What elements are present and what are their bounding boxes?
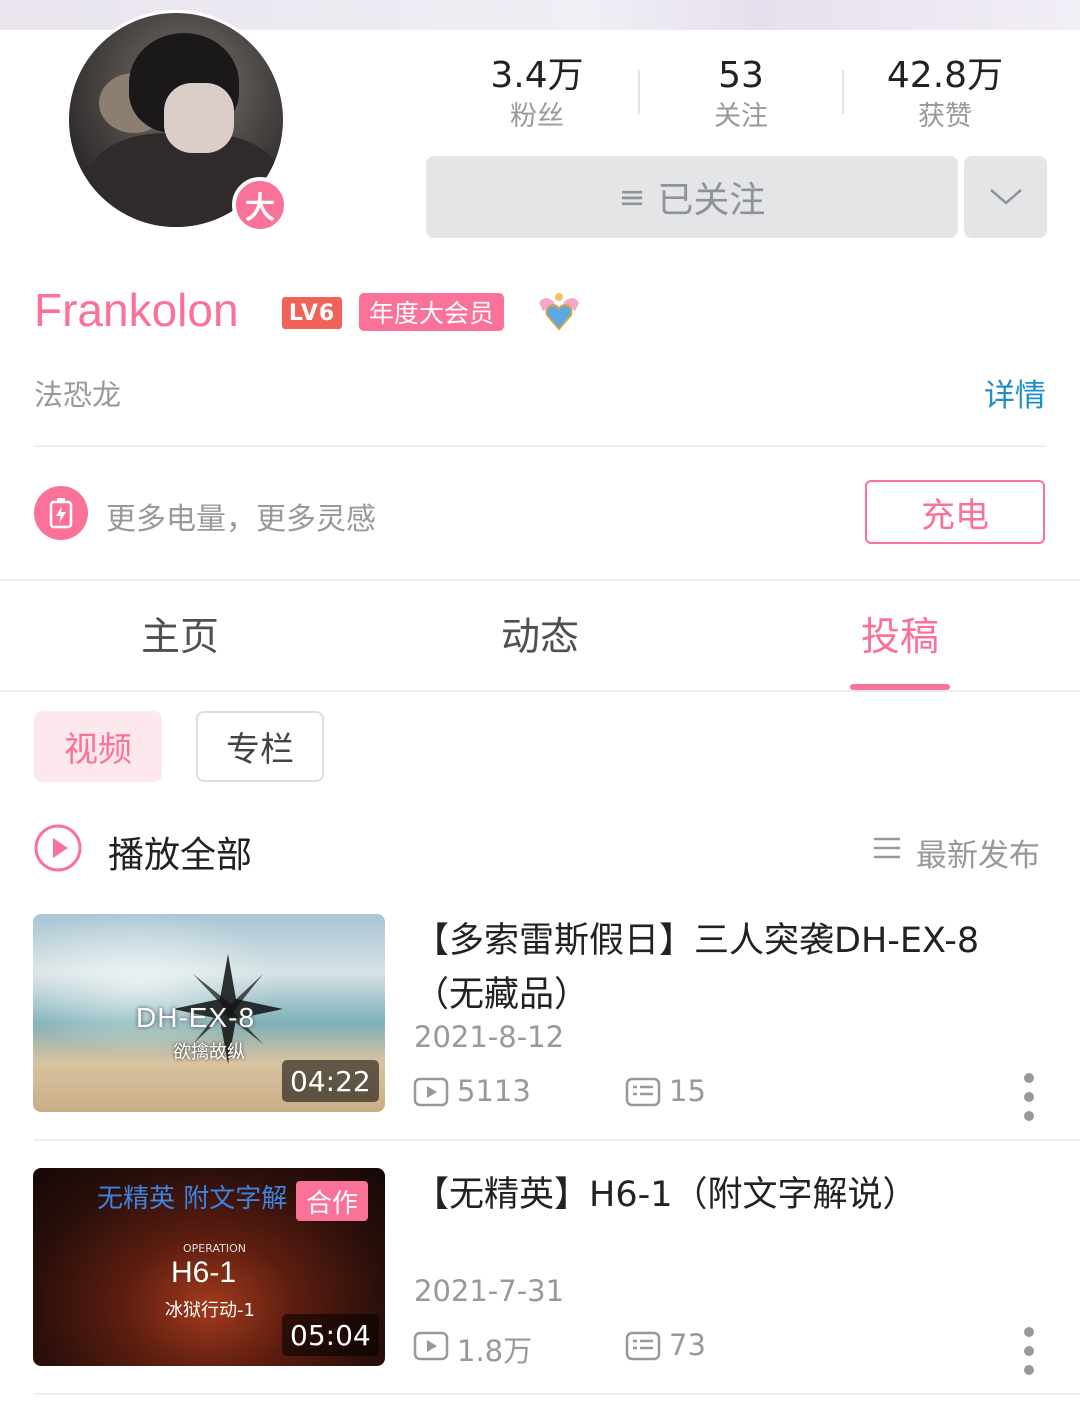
play-circle-icon[interactable] [33, 823, 83, 873]
stat-following[interactable]: 53 关注 [641, 52, 841, 134]
tab-home[interactable]: 主页 [0, 610, 360, 666]
stat-fans-value: 3.4万 [490, 55, 584, 96]
stat-divider [638, 70, 640, 114]
play-count-icon [413, 1077, 449, 1107]
signature: 法恐龙 [34, 378, 122, 412]
collab-badge: 合作 [296, 1181, 369, 1221]
play-count: 1.8万 [457, 1334, 533, 1368]
play-count-icon [413, 1331, 449, 1361]
play-count: 5113 [457, 1074, 531, 1108]
charge-prompt: 更多电量，更多灵感 [106, 502, 376, 537]
vip-badge: 大 [232, 177, 288, 233]
thumbnail-title: 无精英 附文字解 [97, 1184, 288, 1214]
details-link[interactable]: 详情 [984, 370, 1046, 415]
stat-following-value: 53 [718, 55, 764, 96]
more-options-icon[interactable] [1023, 1073, 1035, 1121]
hamburger-icon: ≡ [618, 178, 646, 216]
video-duration: 05:04 [282, 1314, 379, 1356]
level-badge[interactable]: LV6 [282, 297, 342, 329]
divider [34, 1139, 1080, 1141]
subtab-column[interactable]: 专栏 [196, 711, 324, 782]
video-title[interactable]: 【无精英】H6-1（附文字解说） [414, 1168, 1034, 1222]
thumbnail-code: DH-EX-8 [136, 1002, 256, 1033]
thumbnail-operation: OPERATION [183, 1242, 246, 1255]
stat-likes[interactable]: 42.8万 获赞 [845, 52, 1045, 134]
video-duration: 04:22 [282, 1060, 379, 1102]
video-title[interactable]: 【多索雷斯假日】三人突袭DH-EX-8（无藏品） [414, 914, 1034, 1022]
battery-icon [34, 486, 88, 540]
divider [34, 445, 1046, 447]
danmaku-count: 73 [669, 1328, 706, 1362]
divider [0, 579, 1080, 581]
sort-selector[interactable]: 最新发布 [916, 830, 1040, 875]
thumbnail-code: H6-1 [171, 1256, 237, 1289]
danmaku-count-icon [625, 1077, 661, 1107]
stat-likes-label: 获赞 [918, 101, 972, 132]
tab-uploads[interactable]: 投稿 [720, 610, 1080, 666]
play-all-button[interactable]: 播放全部 [108, 826, 252, 878]
thumbnail-subtitle: 欲擒故纵 [173, 1042, 245, 1063]
chevron-down-icon [989, 189, 1022, 205]
subtab-video[interactable]: 视频 [34, 711, 162, 782]
stat-fans[interactable]: 3.4万 粉丝 [437, 52, 637, 134]
more-options-icon[interactable] [1023, 1327, 1035, 1375]
followed-button[interactable]: ≡ 已关注 [426, 156, 958, 238]
divider [0, 690, 1080, 692]
danmaku-count: 15 [669, 1074, 706, 1108]
danmaku-count-icon [625, 1331, 661, 1361]
divider [34, 1393, 1080, 1395]
stat-divider [842, 70, 844, 114]
angel-heart-pendant-icon[interactable] [535, 289, 583, 333]
charge-button[interactable]: 充电 [865, 480, 1045, 544]
follow-dropdown-button[interactable] [964, 156, 1047, 238]
stat-likes-value: 42.8万 [886, 55, 1004, 96]
stat-fans-label: 粉丝 [510, 101, 564, 132]
sort-icon[interactable] [872, 836, 902, 860]
followed-label: 已关注 [657, 180, 766, 221]
tab-dynamics[interactable]: 动态 [360, 610, 720, 666]
thumbnail-subtitle: 冰狱行动-1 [165, 1300, 255, 1321]
video-thumbnail[interactable]: DH-EX-8 欲擒故纵 04:22 [33, 914, 385, 1112]
video-date: 2021-7-31 [414, 1274, 565, 1308]
annual-vip-tag[interactable]: 年度大会员 [359, 293, 505, 331]
stat-following-label: 关注 [714, 101, 768, 132]
username: Frankolon [34, 284, 239, 336]
video-date: 2021-8-12 [414, 1020, 565, 1054]
